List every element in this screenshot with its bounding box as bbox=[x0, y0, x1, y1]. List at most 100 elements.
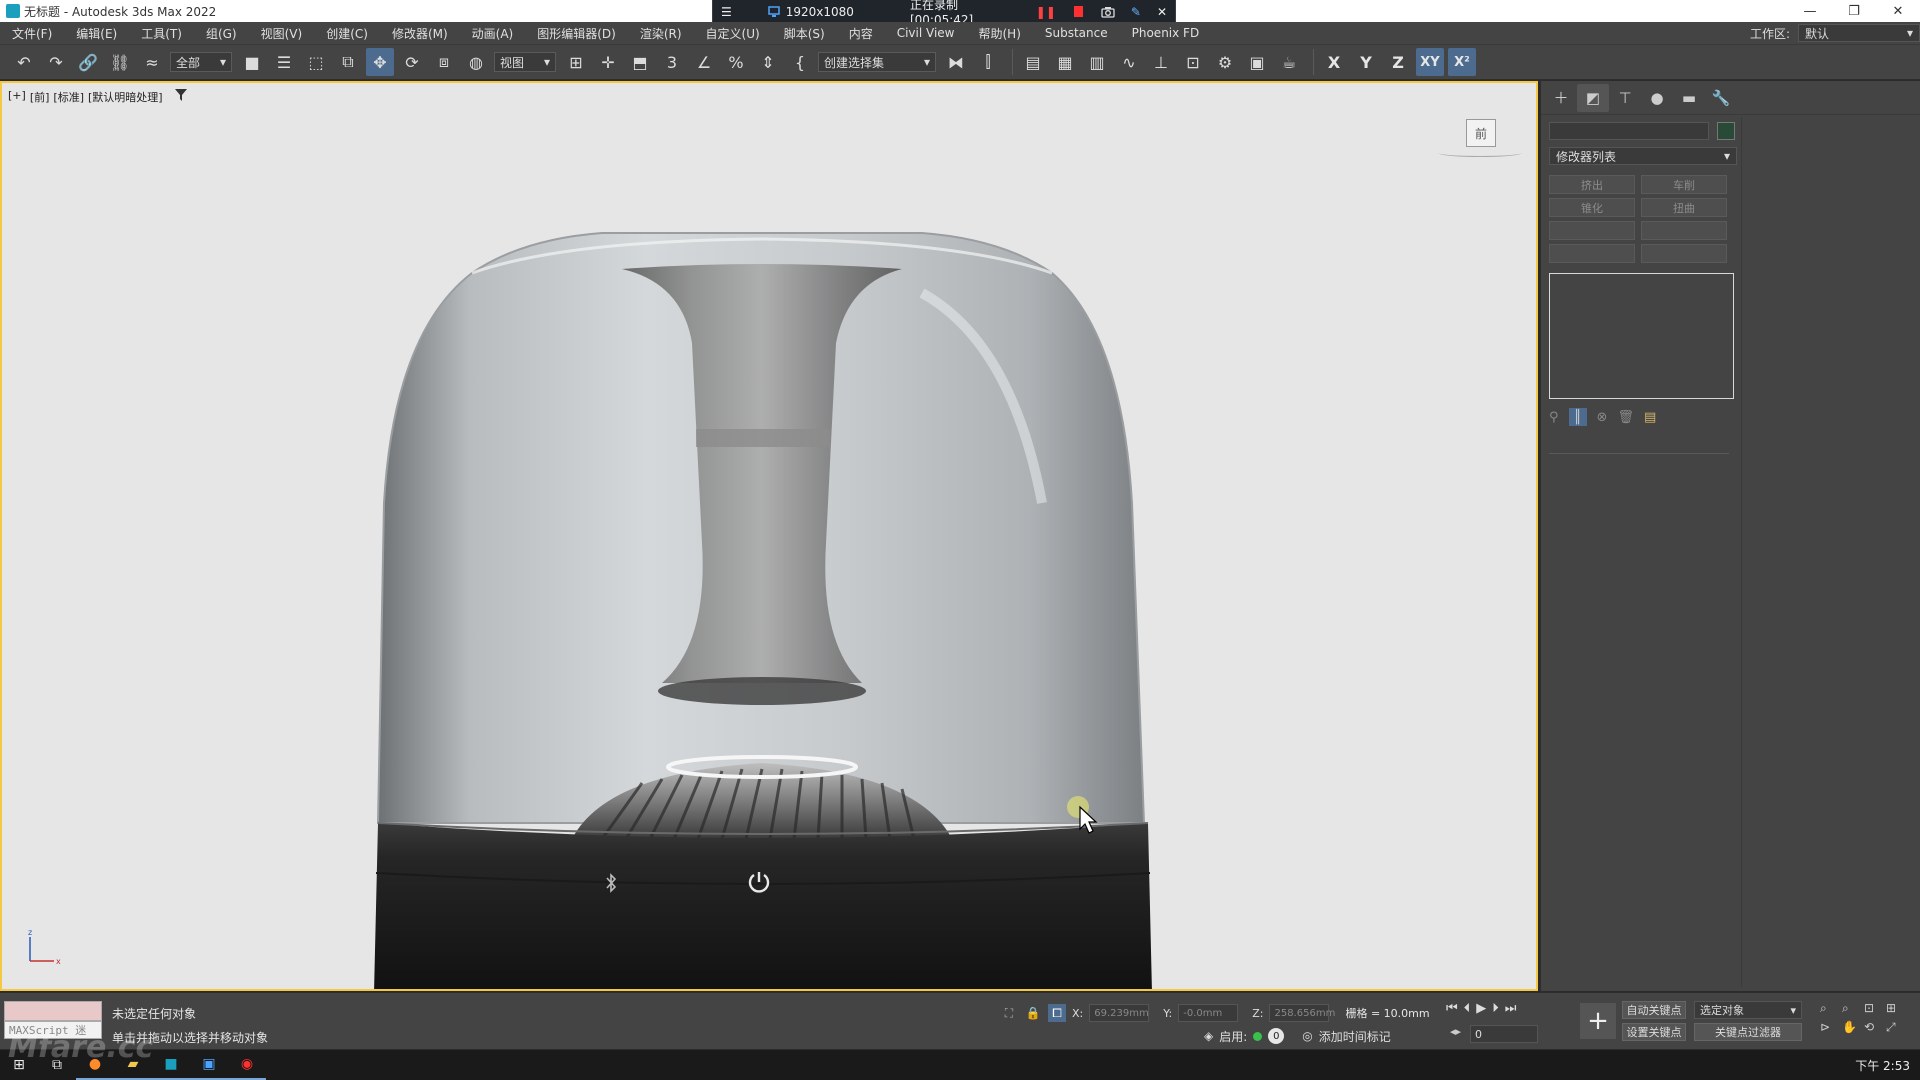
configure-modifier-sets-icon[interactable]: ▤ bbox=[1644, 410, 1656, 425]
snaps-toggle-icon[interactable]: 3 bbox=[658, 48, 686, 76]
menu-file[interactable]: 文件(F) bbox=[0, 22, 64, 44]
menu-tools[interactable]: 工具(T) bbox=[129, 22, 194, 44]
menu-civil-view[interactable]: Civil View bbox=[885, 22, 967, 44]
link-icon[interactable]: 🔗 bbox=[74, 48, 102, 76]
next-frame-icon[interactable]: ⏵ bbox=[1492, 1001, 1499, 1016]
toggle-ribbon-icon[interactable]: ▥ bbox=[1083, 48, 1111, 76]
selection-lock-icon[interactable]: 🔒 bbox=[1024, 1004, 1042, 1022]
object-name-field[interactable] bbox=[1549, 122, 1709, 140]
y-coord-field[interactable]: -0.0mm bbox=[1178, 1004, 1239, 1022]
constrain-z-button[interactable]: Z bbox=[1384, 48, 1412, 76]
empty-modifier-button[interactable] bbox=[1641, 221, 1727, 240]
mirror-icon[interactable]: ⧓ bbox=[942, 48, 970, 76]
stop-recording-icon[interactable] bbox=[1073, 6, 1083, 17]
orbit-icon[interactable]: ⟲ bbox=[1864, 1020, 1884, 1035]
empty-modifier-button[interactable] bbox=[1641, 244, 1727, 263]
photoshop-taskbar-icon[interactable]: ▣ bbox=[190, 1050, 228, 1080]
recorder-menu-icon[interactable]: ☰ bbox=[713, 0, 740, 23]
zoom-extents-all-icon[interactable]: ⊞ bbox=[1886, 1001, 1906, 1016]
modifier-stack-list[interactable] bbox=[1549, 273, 1734, 399]
pen-icon[interactable]: ✎ bbox=[1123, 0, 1149, 23]
utilities-tab-icon[interactable]: 🔧 bbox=[1705, 84, 1737, 112]
menu-graph-editors[interactable]: 图形编辑器(D) bbox=[525, 22, 628, 44]
menu-substance[interactable]: Substance bbox=[1033, 22, 1120, 44]
filter-icon[interactable] bbox=[174, 89, 187, 105]
viewcube-compass-ring[interactable] bbox=[1438, 149, 1522, 157]
edit-named-selection-icon[interactable]: { bbox=[786, 48, 814, 76]
time-config-arrows-icon[interactable]: ◂▸ bbox=[1450, 1025, 1461, 1038]
menu-scripting[interactable]: 脚本(S) bbox=[772, 22, 837, 44]
viewport-point-of-view-menu[interactable]: [前] bbox=[30, 89, 50, 105]
menu-views[interactable]: 视图(V) bbox=[249, 22, 315, 44]
viewcube[interactable]: 前 bbox=[1466, 119, 1496, 147]
selected-object-dropdown[interactable]: 选定对象 ▾ bbox=[1694, 1001, 1802, 1019]
current-frame-field[interactable]: 0 bbox=[1470, 1025, 1538, 1043]
select-manipulate-icon[interactable]: ✛ bbox=[594, 48, 622, 76]
empty-modifier-button[interactable] bbox=[1549, 221, 1635, 240]
menu-rendering[interactable]: 渲染(R) bbox=[628, 22, 694, 44]
menu-customize[interactable]: 自定义(U) bbox=[694, 22, 772, 44]
zoom-icon[interactable]: ⌕ bbox=[1820, 1001, 1840, 1016]
zoom-extents-icon[interactable]: ⊡ bbox=[1864, 1001, 1884, 1016]
pause-recording-icon[interactable]: ❚❚ bbox=[1028, 0, 1064, 23]
absolute-transform-icon[interactable]: ⧠ bbox=[1048, 1004, 1066, 1022]
front-viewport[interactable]: [+] [前] [标准] [默认明暗处理] 前 z x bbox=[0, 81, 1538, 991]
render-production-icon[interactable]: ☕ bbox=[1275, 48, 1303, 76]
add-time-tag-button[interactable]: 添加时间标记 bbox=[1319, 1028, 1391, 1045]
set-key-button[interactable]: 设置关键点 bbox=[1622, 1023, 1686, 1041]
key-filters-button[interactable]: 关键点过滤器 bbox=[1694, 1023, 1802, 1041]
select-object-icon[interactable]: ■ bbox=[238, 48, 266, 76]
taper-modifier-button[interactable]: 锥化 bbox=[1549, 198, 1635, 217]
go-to-start-icon[interactable]: ⏮ bbox=[1446, 1001, 1458, 1016]
menu-phoenix-fd[interactable]: Phoenix FD bbox=[1120, 22, 1212, 44]
menu-create[interactable]: 创建(C) bbox=[314, 22, 380, 44]
isolate-selection-icon[interactable]: ⛶ bbox=[1000, 1004, 1018, 1022]
constrain-xz-button[interactable]: X² bbox=[1448, 48, 1476, 76]
modifier-list-dropdown[interactable]: 修改器列表 ▾ bbox=[1549, 147, 1737, 165]
hierarchy-tab-icon[interactable]: ⊤ bbox=[1609, 84, 1641, 112]
keyboard-shortcut-override-icon[interactable]: ⬒ bbox=[626, 48, 654, 76]
time-tag-icon[interactable]: ◎ bbox=[1302, 1029, 1312, 1043]
select-and-rotate-icon[interactable]: ⟳ bbox=[398, 48, 426, 76]
menu-help[interactable]: 帮助(H) bbox=[966, 22, 1032, 44]
enable-status-dot[interactable] bbox=[1253, 1031, 1263, 1041]
constrain-y-button[interactable]: Y bbox=[1352, 48, 1380, 76]
3dsmax-taskbar-icon[interactable]: ■ bbox=[152, 1050, 190, 1080]
align-icon[interactable]: ⫿ bbox=[974, 48, 1002, 76]
percent-snap-icon[interactable]: % bbox=[722, 48, 750, 76]
object-color-swatch[interactable] bbox=[1717, 122, 1735, 140]
recorder-taskbar-icon[interactable]: ◉ bbox=[228, 1050, 266, 1080]
reference-coordinate-dropdown[interactable]: 视图 ▾ bbox=[494, 52, 556, 72]
make-unique-icon[interactable]: ⊗ bbox=[1597, 410, 1608, 425]
motion-tab-icon[interactable]: ● bbox=[1641, 84, 1673, 112]
viewport-quality-menu[interactable]: [标准] bbox=[53, 89, 84, 105]
redo-icon[interactable]: ↷ bbox=[42, 48, 70, 76]
viewport-general-menu[interactable]: [+] bbox=[8, 89, 26, 105]
layer-explorer-icon[interactable]: ▦ bbox=[1051, 48, 1079, 76]
menu-edit[interactable]: 编辑(E) bbox=[64, 22, 129, 44]
create-tab-icon[interactable]: ＋ bbox=[1545, 84, 1577, 112]
viewport-shading-menu[interactable]: [默认明暗处理] bbox=[88, 89, 163, 105]
adaptive-degradation-icon[interactable]: ◈ bbox=[1204, 1029, 1213, 1043]
zoom-all-icon[interactable]: ⌕ bbox=[1842, 1001, 1862, 1016]
constrain-x-button[interactable]: X bbox=[1320, 48, 1348, 76]
select-and-scale-icon[interactable]: ⧈ bbox=[430, 48, 458, 76]
curve-editor-icon[interactable]: ∿ bbox=[1115, 48, 1143, 76]
auto-key-button[interactable]: 自动关键点 bbox=[1622, 1001, 1686, 1019]
angle-snap-icon[interactable]: ∠ bbox=[690, 48, 718, 76]
twist-modifier-button[interactable]: 扭曲 bbox=[1641, 198, 1727, 217]
go-to-end-icon[interactable]: ⏭ bbox=[1505, 1001, 1517, 1016]
material-editor-icon[interactable]: ⊡ bbox=[1179, 48, 1207, 76]
pivot-center-icon[interactable]: ⊞ bbox=[562, 48, 590, 76]
constrain-xy-button[interactable]: XY bbox=[1416, 48, 1444, 76]
restore-button[interactable]: ❐ bbox=[1832, 0, 1876, 22]
modify-tab-icon[interactable]: ◩ bbox=[1577, 83, 1609, 112]
show-end-result-icon[interactable]: ║ bbox=[1568, 408, 1587, 426]
lathe-modifier-button[interactable]: 车削 bbox=[1641, 175, 1727, 194]
select-by-name-icon[interactable]: ☰ bbox=[270, 48, 298, 76]
workspace-dropdown[interactable]: 默认 ▾ bbox=[1798, 24, 1920, 42]
render-setup-icon[interactable]: ⚙ bbox=[1211, 48, 1239, 76]
named-selection-sets-dropdown[interactable]: 创建选择集 ▾ bbox=[818, 52, 936, 72]
menu-animation[interactable]: 动画(A) bbox=[460, 22, 526, 44]
previous-frame-icon[interactable]: ⏴ bbox=[1464, 1001, 1471, 1016]
